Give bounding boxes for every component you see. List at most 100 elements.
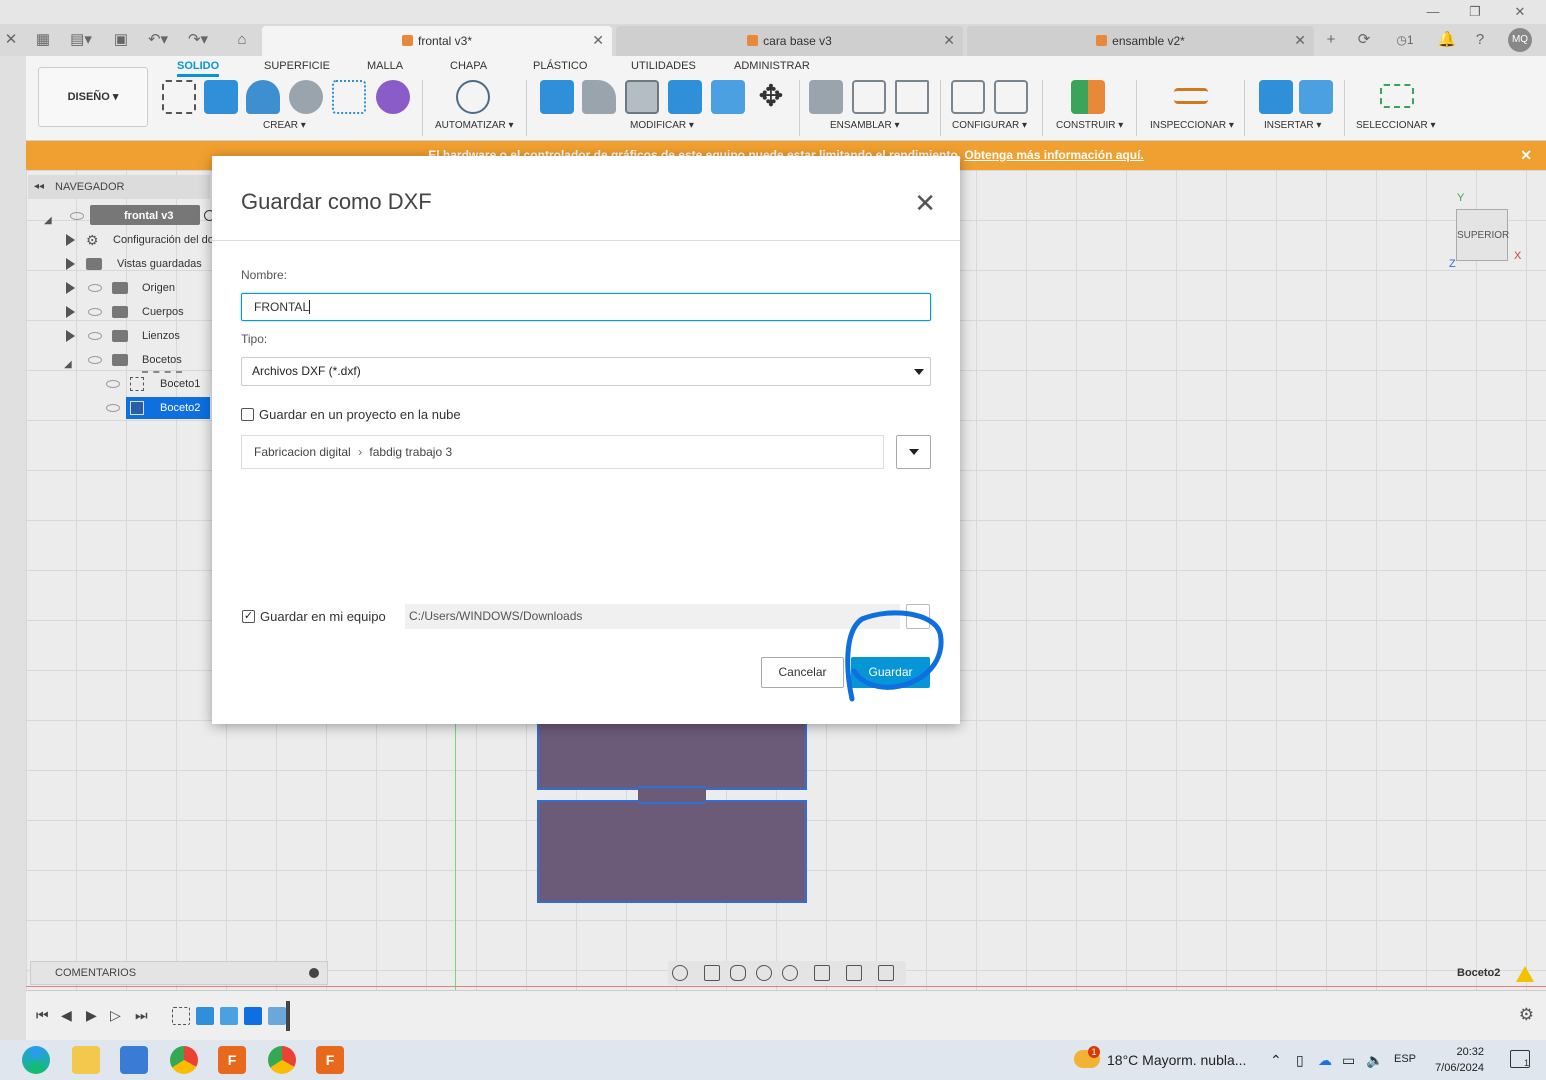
expand-icon[interactable] <box>66 258 75 270</box>
timeline-canvas-icon[interactable] <box>220 1007 238 1025</box>
visibility-eye-icon[interactable] <box>70 212 84 220</box>
combine-icon[interactable] <box>668 80 702 114</box>
hidden-eye-icon[interactable] <box>106 404 120 412</box>
timeline-marker[interactable] <box>286 1001 290 1031</box>
expand-icon[interactable] <box>66 306 75 318</box>
part-neck[interactable] <box>638 786 706 804</box>
play-icon[interactable]: ▶ <box>86 1007 97 1024</box>
close-tab-icon[interactable]: ✕ <box>592 32 604 49</box>
close-warning-icon[interactable]: ✕ <box>1520 141 1532 170</box>
step-forward-icon[interactable]: ▷ <box>110 1007 121 1024</box>
automate-icon[interactable] <box>456 80 490 114</box>
chrome-icon[interactable] <box>170 1046 198 1074</box>
local-save-checkbox[interactable]: ✓ <box>242 610 255 623</box>
redo-icon[interactable]: ↷▾ <box>183 30 213 50</box>
show-hidden-icons-icon[interactable]: ⌃ <box>1270 1052 1282 1069</box>
tab-administrar[interactable]: ADMINISTRAR <box>734 60 810 72</box>
workspace-selector[interactable]: DISEÑO ▾ <box>38 67 148 127</box>
cancel-button[interactable]: Cancelar <box>761 657 844 688</box>
file-explorer-icon[interactable] <box>72 1046 100 1074</box>
new-tab-icon[interactable]: + <box>1320 30 1342 50</box>
expanded-icon[interactable]: ◢ <box>44 210 52 232</box>
collapse-panel-icon[interactable]: ◂◂ <box>34 175 44 199</box>
close-app-icon[interactable]: ✕ <box>0 30 22 50</box>
job-status-icon[interactable]: ◷1 <box>1388 30 1422 50</box>
group-crear[interactable]: CREAR ▾ <box>263 120 306 131</box>
viewports-icon[interactable] <box>878 965 894 981</box>
cloud-location-path[interactable]: Fabricacion digital › fabdig trabajo 3 <box>241 435 884 469</box>
local-save-label[interactable]: Guardar en mi equipo <box>260 609 386 624</box>
tab-cara-base[interactable]: cara base v3 ✕ <box>616 26 963 56</box>
construct-plane-icon[interactable] <box>1071 80 1105 114</box>
group-inspeccionar[interactable]: INSPECCIONAR ▾ <box>1150 120 1234 131</box>
navigator-header[interactable]: ◂◂ NAVEGADOR <box>28 175 210 199</box>
insert-image-icon[interactable] <box>1299 80 1333 114</box>
create-sketch-icon[interactable] <box>162 80 196 114</box>
extrude-icon[interactable] <box>204 80 238 114</box>
revolve-icon[interactable] <box>246 80 280 114</box>
timeline-sketch2-icon[interactable] <box>244 1007 262 1025</box>
tab-superficie[interactable]: SUPERFICIE <box>264 60 330 72</box>
form-icon[interactable] <box>376 80 410 114</box>
device-icon[interactable]: ▯ <box>1296 1052 1304 1069</box>
move-icon[interactable]: ✥ <box>754 80 788 114</box>
hidden-eye-icon[interactable] <box>88 284 102 292</box>
grid-settings-icon[interactable] <box>846 965 862 981</box>
group-modificar[interactable]: MODIFICAR ▾ <box>630 120 694 131</box>
chrome-icon[interactable] <box>268 1046 296 1074</box>
restore-icon[interactable]: ❐ <box>1460 2 1490 22</box>
go-to-end-icon[interactable]: ⏭ <box>135 1007 148 1024</box>
pattern-icon[interactable] <box>332 80 366 114</box>
store-icon[interactable] <box>120 1046 148 1074</box>
hidden-eye-icon[interactable] <box>106 380 120 388</box>
comments-panel[interactable]: COMENTARIOS <box>30 961 328 985</box>
local-path-field[interactable]: C:/Users/WINDOWS/Downloads <box>405 604 900 629</box>
hidden-eye-icon[interactable] <box>88 332 102 340</box>
zoom-icon[interactable] <box>756 965 772 981</box>
file-menu-icon[interactable]: ▤▾ <box>66 30 96 50</box>
fusion-app-icon[interactable]: F <box>218 1046 246 1074</box>
tree-root[interactable]: ◢ frontal v3 <box>44 205 215 227</box>
display-settings-icon[interactable] <box>814 965 830 981</box>
visibility-eye-icon[interactable] <box>88 308 102 316</box>
cloud-location-dropdown[interactable] <box>896 435 931 469</box>
warning-triangle-icon[interactable] <box>1516 966 1534 982</box>
minimize-icon[interactable]: — <box>1418 2 1448 22</box>
new-component-icon[interactable] <box>809 80 843 114</box>
tab-utilidades[interactable]: UTILIDADES <box>631 60 696 72</box>
part-top[interactable] <box>537 724 807 790</box>
language-indicator[interactable]: ESP <box>1394 1053 1416 1065</box>
warning-link[interactable]: Obtenga más información aquí. <box>964 148 1143 162</box>
cloud-save-checkbox[interactable] <box>241 408 254 421</box>
insert-component-icon[interactable] <box>1259 80 1293 114</box>
add-comment-icon[interactable] <box>309 968 319 978</box>
hidden-eye-icon[interactable] <box>88 356 102 364</box>
fit-icon[interactable] <box>782 965 798 981</box>
expand-icon[interactable] <box>66 234 75 246</box>
notification-center-icon[interactable]: 1 <box>1510 1050 1530 1068</box>
timeline-feature-icon[interactable] <box>268 1007 286 1025</box>
select-window-icon[interactable] <box>1380 84 1414 108</box>
group-insertar[interactable]: INSERTAR ▾ <box>1264 120 1321 131</box>
notifications-bell-icon[interactable]: 🔔 <box>1436 30 1458 50</box>
onedrive-icon[interactable]: ☁ <box>1318 1052 1332 1069</box>
tab-malla[interactable]: MALLA <box>367 60 403 72</box>
parameters-table-icon[interactable] <box>994 80 1028 114</box>
group-ensamblar[interactable]: ENSAMBLAR ▾ <box>830 120 899 131</box>
name-input[interactable]: FRONTAL <box>241 293 931 321</box>
offset-face-icon[interactable] <box>711 80 745 114</box>
view-cube[interactable]: SUPERIOR <box>1456 209 1509 261</box>
undo-icon[interactable]: ↶▾ <box>143 30 173 50</box>
measure-icon[interactable] <box>1174 88 1208 104</box>
timeline-extrude-icon[interactable] <box>196 1007 214 1025</box>
timeline-settings-gear-icon[interactable]: ⚙ <box>1519 1005 1534 1025</box>
close-window-icon[interactable]: ✕ <box>1505 2 1535 22</box>
home-icon[interactable]: ⌂ <box>231 30 253 50</box>
fillet-icon[interactable] <box>582 80 616 114</box>
pan-icon[interactable] <box>730 965 746 981</box>
joint-icon[interactable] <box>852 80 886 114</box>
group-configurar[interactable]: CONFIGURAR ▾ <box>952 120 1027 131</box>
volume-icon[interactable]: 🔈 <box>1366 1052 1383 1069</box>
help-icon[interactable]: ? <box>1469 30 1491 50</box>
extensions-icon[interactable]: ⟳ <box>1353 30 1375 50</box>
